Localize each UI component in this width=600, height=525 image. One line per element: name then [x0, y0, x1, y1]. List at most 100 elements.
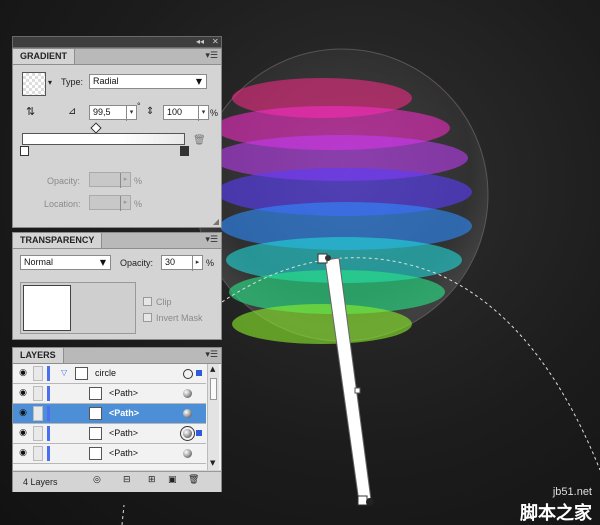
scroll-up-icon[interactable]: ▲ [210, 365, 215, 373]
resize-grip-icon[interactable]: ◢ [213, 217, 219, 226]
aspect-unit: % [210, 108, 219, 118]
chevron-down-icon[interactable]: ▾ [48, 78, 52, 87]
angle-value: 99,5 [93, 107, 111, 117]
new-layer-icon[interactable]: ▣ [168, 475, 177, 485]
new-sublayer-icon[interactable]: ⊞ [148, 475, 156, 485]
tab-gradient[interactable]: GRADIENT [13, 49, 75, 64]
degree-sign: ° [137, 101, 141, 111]
path-name: <Path> [109, 388, 139, 398]
target-icon[interactable] [183, 409, 192, 418]
path-thumbnail [89, 447, 102, 460]
layer-name: circle [95, 368, 117, 378]
lock-toggle[interactable] [33, 366, 43, 381]
watermark-site: jb51.net [552, 486, 592, 498]
gradient-slider-bar[interactable] [22, 133, 185, 145]
chevron-down-icon: ▼ [99, 258, 106, 267]
target-icon[interactable] [183, 429, 192, 438]
blend-mode-select[interactable]: Normal ▼ [20, 255, 111, 270]
eye-icon[interactable]: ◉ [17, 449, 29, 458]
layer-row-path[interactable]: ◉ <Path> [13, 384, 206, 404]
clipping-mask-icon[interactable]: ⊟ [123, 475, 131, 485]
layers-panel-header: LAYERS ▾☰ [13, 348, 221, 364]
clip-checkbox[interactable] [143, 297, 152, 306]
lock-toggle[interactable] [33, 406, 43, 421]
target-icon[interactable] [183, 449, 192, 458]
trash-icon[interactable]: 🗑 [188, 475, 199, 485]
invert-mask-label: Invert Mask [156, 313, 203, 323]
clip-label: Clip [156, 297, 172, 307]
color-stop-left[interactable] [20, 146, 29, 156]
disc-8 [232, 304, 412, 344]
close-icon[interactable]: ✕ [212, 37, 219, 47]
scrollbar-thumb[interactable] [210, 378, 217, 400]
layers-scrollbar[interactable]: ▲ ▼ [207, 364, 219, 470]
aspect-ratio-input[interactable]: 100 ▾ [163, 105, 209, 121]
object-thumbnail[interactable] [23, 285, 71, 331]
tab-transparency[interactable]: TRANSPARENCY [13, 233, 103, 248]
opacity-unit: % [134, 176, 143, 186]
layers-panel: LAYERS ▾☰ ◉ ▽ circle ◉ <Path> ◉ <Path> ◉… [12, 347, 222, 492]
angle-icon: ⊿ [68, 106, 77, 117]
aspect-ratio-icon: ⇕ [146, 106, 155, 117]
path-name: <Path> [109, 448, 139, 458]
opacity-value: 30 [165, 257, 176, 267]
path-thumbnail [89, 407, 102, 420]
layer-row-path[interactable]: ◉ <Path> [13, 424, 206, 444]
path-name: <Path> [109, 428, 139, 438]
angle-input[interactable]: 99,5 ▾ [89, 105, 137, 121]
selection-square-icon [196, 370, 202, 376]
stop-location-input[interactable]: ▸ [89, 195, 131, 211]
double-chevron-left-icon[interactable]: ◂◂ [196, 37, 204, 47]
lock-toggle[interactable] [33, 426, 43, 441]
chevron-right-icon[interactable]: ▸ [192, 256, 202, 271]
tab-layers[interactable]: LAYERS [13, 348, 64, 363]
layer-color-bar [47, 446, 50, 461]
stop-opacity-input[interactable]: ▸ [89, 172, 131, 188]
gradient-type-select[interactable]: Radial ▼ [89, 74, 207, 89]
reverse-gradient-icon[interactable]: ⇅ [26, 105, 35, 118]
chevron-right-icon: ▸ [120, 196, 130, 211]
chevron-down-icon[interactable]: ▾ [126, 106, 136, 121]
type-label: Type: [61, 77, 84, 87]
trash-icon[interactable]: 🗑 [193, 135, 206, 146]
panel-menu-icon[interactable]: ▾☰ [205, 51, 218, 61]
opacity-input[interactable]: 30 ▸ [161, 255, 203, 271]
layer-color-bar [47, 406, 50, 421]
eye-icon[interactable]: ◉ [17, 369, 29, 378]
panel-menu-icon[interactable]: ▾☰ [205, 350, 218, 360]
blend-mode-value: Normal [24, 257, 54, 267]
target-icon[interactable] [183, 389, 192, 398]
layers-footer: 4 Layers ◎ ⊟ ⊞ ▣ 🗑 [13, 471, 221, 492]
layer-color-bar [47, 366, 50, 381]
expand-triangle-icon[interactable]: ▽ [61, 368, 67, 377]
scroll-down-icon[interactable]: ▼ [210, 459, 215, 467]
gradient-panel-header: GRADIENT ▾☰ [13, 49, 221, 65]
color-stop-right[interactable] [180, 146, 189, 156]
invert-mask-checkbox[interactable] [143, 313, 152, 322]
opacity-label: Opacity: [47, 176, 81, 186]
layer-row-path[interactable]: ◉ <Path> [13, 444, 206, 464]
layer-row-path-selected[interactable]: ◉ <Path> [13, 404, 206, 424]
layer-color-bar [47, 386, 50, 401]
transparency-panel: TRANSPARENCY ▾☰ Normal ▼ Opacity: 30 ▸ %… [12, 232, 222, 340]
watermark-brand: 脚本之家 [520, 503, 592, 523]
lock-toggle[interactable] [33, 386, 43, 401]
location-label: Location: [44, 199, 81, 209]
aspect-ratio-value: 100 [167, 107, 183, 117]
layer-color-bar [47, 426, 50, 441]
gradient-type-value: Radial [93, 76, 119, 86]
target-icon[interactable] [183, 369, 193, 379]
midpoint-diamond[interactable] [90, 122, 102, 134]
lock-toggle[interactable] [33, 446, 43, 461]
panel-menu-icon[interactable]: ▾☰ [205, 235, 218, 245]
location-unit: % [134, 199, 143, 209]
eye-icon[interactable]: ◉ [17, 409, 29, 418]
chevron-down-icon[interactable]: ▾ [198, 106, 208, 121]
eye-icon[interactable]: ◉ [17, 429, 29, 438]
chevron-right-icon: ▸ [120, 173, 130, 188]
eye-icon[interactable]: ◉ [17, 389, 29, 398]
locate-object-icon[interactable]: ◎ [93, 475, 101, 485]
gradient-panel: GRADIENT ▾☰ ▾ Type: Radial ▼ ⇅ ⊿ 99,5 ▾ … [12, 48, 222, 228]
gradient-swatch-preview[interactable] [22, 72, 46, 96]
layer-row-circle[interactable]: ◉ ▽ circle [13, 364, 206, 384]
